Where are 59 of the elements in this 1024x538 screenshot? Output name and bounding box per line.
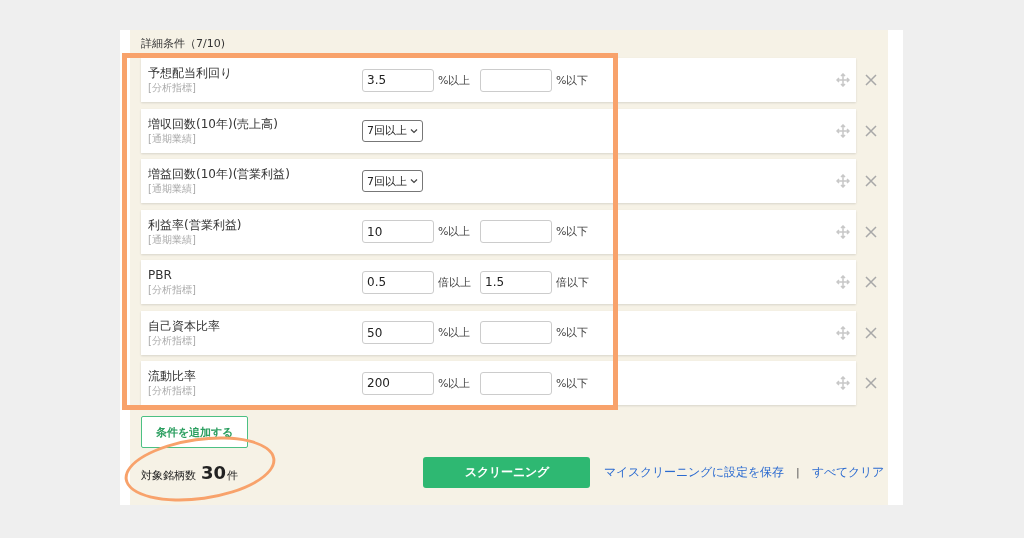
unit-label: %以下 <box>555 375 590 391</box>
unit-label: 倍以上 <box>437 274 472 290</box>
unit-label: %以下 <box>555 224 590 239</box>
close-icon[interactable] <box>865 74 877 86</box>
link-separator: | <box>796 465 800 479</box>
condition-category: [通期業績] <box>148 232 197 247</box>
clear-link[interactable]: すべてクリア <box>811 464 884 480</box>
max-input[interactable] <box>480 321 552 344</box>
condition-label: 流動比率 <box>148 368 197 384</box>
move-icon[interactable] <box>836 275 850 289</box>
move-icon[interactable] <box>836 73 850 87</box>
close-icon[interactable] <box>865 124 877 137</box>
max-input[interactable]: 1.5 <box>480 270 552 294</box>
count-label: 対象銘柄数 <box>141 467 196 483</box>
move-icon[interactable] <box>836 224 850 239</box>
condition-label: 自己資本比率 <box>148 317 221 334</box>
max-input[interactable] <box>480 68 552 92</box>
min-input[interactable]: 0.5 <box>362 270 434 294</box>
condition-category: [分析指標] <box>148 384 197 398</box>
condition-label: 予想配当利回り <box>148 65 233 81</box>
condition-label: 利益率(営業利益) <box>148 216 243 233</box>
condition-category: [通期業績] <box>148 131 197 146</box>
close-icon[interactable] <box>865 377 877 389</box>
condition-category: [分析指標] <box>148 283 197 297</box>
max-input[interactable] <box>480 371 552 395</box>
move-icon[interactable] <box>836 123 850 138</box>
min-input[interactable]: 200 <box>362 371 434 395</box>
unit-label: %以上 <box>437 375 472 391</box>
count-dropdown[interactable]: 7回以上 <box>362 119 423 142</box>
unit-label: %以上 <box>437 224 472 239</box>
min-input[interactable]: 3.5 <box>362 68 434 92</box>
unit-label: %以上 <box>437 72 472 88</box>
condition-category: [分析指標] <box>148 333 197 348</box>
condition-label: PBR <box>148 267 173 283</box>
count-dropdown[interactable]: 7回以上 <box>362 170 423 192</box>
section-title: 詳細条件（7/10) <box>141 36 226 52</box>
close-icon[interactable] <box>865 225 877 238</box>
close-icon[interactable] <box>865 326 877 339</box>
min-input[interactable]: 10 <box>362 220 434 243</box>
unit-label: %以下 <box>555 325 590 340</box>
close-icon[interactable] <box>865 276 877 288</box>
count-unit: 件 <box>227 467 239 483</box>
close-icon[interactable] <box>865 175 877 187</box>
condition-category: [分析指標] <box>148 81 197 95</box>
condition-label: 増収回数(10年)(売上高) <box>148 115 279 132</box>
condition-label: 増益回数(10年)(営業利益) <box>148 166 291 182</box>
move-icon[interactable] <box>836 376 850 390</box>
unit-label: %以上 <box>437 325 472 340</box>
unit-label: 倍以下 <box>555 274 590 290</box>
move-icon[interactable] <box>836 174 850 188</box>
min-input[interactable]: 50 <box>362 321 434 344</box>
save-link[interactable]: マイスクリーニングに設定を保存 <box>604 464 784 480</box>
max-input[interactable] <box>480 220 552 243</box>
move-icon[interactable] <box>836 325 850 340</box>
condition-category: [通期業績] <box>148 182 197 196</box>
unit-label: %以下 <box>555 72 590 88</box>
chevron-icon <box>410 127 418 134</box>
chevron-icon <box>410 178 418 184</box>
count-value: 30 <box>201 461 227 483</box>
